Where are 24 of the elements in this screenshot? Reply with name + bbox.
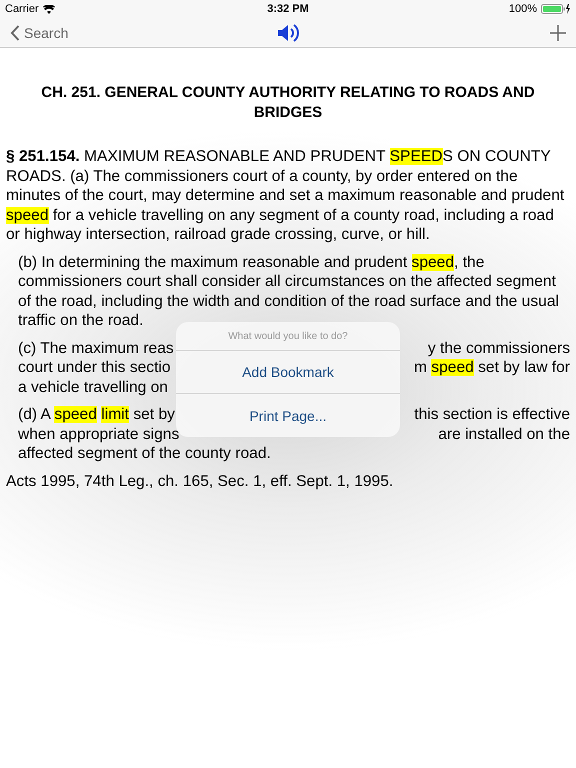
paragraph-text: this section is effective <box>414 405 570 424</box>
paragraph-text: (d) A speed limit set by <box>18 405 175 424</box>
paragraph-text: are installed on the <box>438 424 570 444</box>
paragraph-text: affected segment of the county road. <box>18 444 271 464</box>
statute-history: Acts 1995, 74th Leg., ch. 165, Sec. 1, eff. Sept. 1, 1995. <box>6 472 394 491</box>
statute-paragraph: § 251.154. MAXIMUM REASONABLE AND PRUDENT SPEEDS ON COUNTY ROADS. (a) The commissioners court of a county, by order entered on the minutes of the court, may determine and set a maximum reasonable and prudent speed for a vehicle travelling on any segment of a county road, including a road or highway intersection, railroad grade crossing, curve, or hill. <box>6 147 566 244</box>
popover-action[interactable]: Add Bookmark <box>176 351 400 394</box>
paragraph-text: (c) The maximum reas <box>18 338 174 358</box>
chapter-title: CH. 251. GENERAL COUNTY AUTHORITY RELATING TO ROADS AND BRIDGES <box>40 83 536 123</box>
battery-icon <box>540 4 571 14</box>
back-button[interactable]: Search <box>10 24 130 40</box>
paragraph-text: court under this sectio <box>18 358 171 378</box>
add-icon[interactable] <box>550 24 566 40</box>
wifi-icon <box>42 4 55 14</box>
chevron-icon <box>10 24 20 40</box>
carrier-label: Carrier <box>5 3 39 15</box>
paragraph-text: when appropriate signs <box>18 424 180 444</box>
popover-title: What would you like to do? <box>176 322 400 351</box>
paragraph-text: m speed set by law for <box>414 358 570 378</box>
paragraph-text: a vehicle travelling on <box>18 378 168 397</box>
status-time: 3:32 PM <box>267 3 309 15</box>
paragraph-text: y the commissioners <box>428 338 570 358</box>
battery-percent: 100% <box>508 3 537 15</box>
speaker-icon[interactable] <box>277 22 299 42</box>
